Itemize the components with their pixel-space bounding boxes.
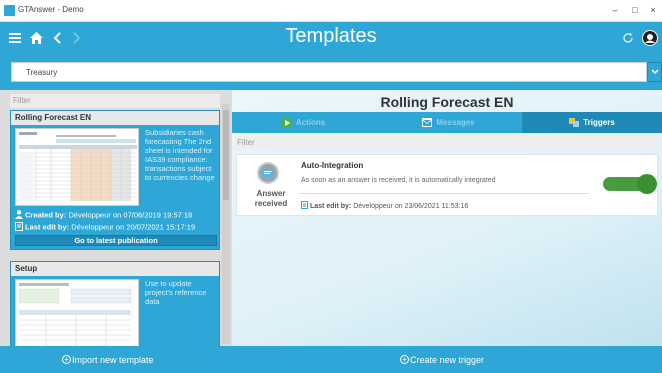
trigger-description: As soon as an answer is received, it is …: [301, 177, 496, 184]
forward-icon[interactable]: [70, 22, 84, 54]
category-select[interactable]: Treasury: [11, 62, 647, 82]
detail-tabs: Actions Messages Triggers: [232, 112, 662, 133]
category-select-value: Treasury: [26, 68, 58, 77]
message-icon: [422, 118, 433, 127]
trigger-last-edit-value: Développeur on 23/06/2021 11:53:16: [353, 202, 469, 210]
minimize-button[interactable]: –: [608, 4, 622, 16]
last-edit-info: Last edit by: Développeur on 20/07/2021 …: [15, 222, 195, 233]
created-label: Created by:: [25, 210, 67, 220]
trigger-filter-input[interactable]: Filter: [234, 136, 660, 150]
avatar[interactable]: [641, 22, 659, 54]
window-title: GTAnswer - Demo: [18, 5, 84, 14]
created-value: Développeur on 07/06/2019 19:57:18: [68, 210, 193, 220]
template-detail-panel: Rolling Forecast EN Actions Messages Tri…: [232, 90, 662, 346]
edit-icon: [15, 222, 23, 233]
refresh-icon[interactable]: [620, 22, 636, 54]
maximize-button[interactable]: □: [628, 4, 642, 16]
trigger-event: Answer received: [254, 189, 288, 208]
template-name: Setup: [11, 262, 219, 276]
divider: [299, 193, 589, 194]
tab-actions[interactable]: Actions: [232, 112, 375, 133]
trigger-card[interactable]: Answer received Auto-Integration As soon…: [236, 154, 658, 216]
category-bar: Treasury: [0, 54, 662, 90]
home-icon[interactable]: [29, 22, 43, 54]
tab-triggers-label: Triggers: [583, 118, 615, 127]
back-icon[interactable]: [50, 22, 64, 54]
template-thumbnail: [15, 279, 139, 347]
create-trigger-label: Create new trigger: [410, 354, 485, 365]
play-icon: [281, 118, 292, 127]
tab-triggers[interactable]: Triggers: [522, 112, 662, 133]
plus-circle-icon: +: [62, 355, 71, 364]
app-icon: [4, 5, 15, 16]
template-list-panel: Filter Rolling Forecast EN Subsidiaries …: [0, 90, 232, 347]
tab-messages-label: Messages: [436, 118, 475, 127]
tab-messages[interactable]: Messages: [375, 112, 522, 133]
template-name: Rolling Forecast EN: [11, 111, 219, 125]
trigger-last-edit-label: Last edit by:: [310, 202, 352, 210]
footer-bar: + Import new template + Create new trigg…: [0, 346, 662, 373]
trigger-last-edit: Last edit by: Développeur on 23/06/2021 …: [301, 201, 468, 211]
created-info: Created by: Développeur on 07/06/2019 19…: [15, 210, 192, 221]
template-thumbnail: [15, 128, 139, 206]
window-titlebar: GTAnswer - Demo – □ ×: [0, 0, 662, 22]
app-header: Templates: [0, 22, 662, 54]
template-description: Use to update project's reference data: [145, 279, 207, 306]
edit-icon: [301, 201, 308, 211]
plus-circle-icon: +: [400, 355, 409, 364]
last-edit-label: Last edit by:: [25, 222, 70, 232]
answer-received-icon: [257, 162, 279, 184]
template-filter-input[interactable]: Filter: [10, 94, 220, 108]
trigger-enabled-toggle[interactable]: [603, 174, 657, 194]
triggers-icon: [569, 118, 580, 127]
import-template-label: Import new template: [72, 354, 154, 365]
chevron-down-icon[interactable]: [647, 62, 662, 82]
user-icon: [15, 210, 23, 221]
page-title: Templates: [285, 25, 377, 47]
menu-icon[interactable]: [8, 22, 22, 54]
scrollbar-thumb[interactable]: [223, 110, 229, 200]
trigger-name: Auto-Integration: [301, 161, 364, 170]
template-card[interactable]: Setup Use to update project's reference …: [10, 261, 220, 347]
import-template-button[interactable]: + Import new template: [62, 346, 154, 373]
toggle-knob: [637, 174, 657, 194]
create-trigger-button[interactable]: + Create new trigger: [400, 346, 484, 373]
template-description: Subsidiaries cash forecasting The 2nd sh…: [145, 128, 215, 182]
detail-title: Rolling Forecast EN: [380, 94, 514, 110]
close-button[interactable]: ×: [646, 4, 660, 16]
template-card[interactable]: Rolling Forecast EN Subsidiaries cash fo…: [10, 110, 220, 250]
tab-actions-label: Actions: [295, 118, 326, 127]
last-edit-value: Développeur on 20/07/2021 15:17:19: [71, 222, 196, 232]
go-to-latest-publication-button[interactable]: Go to latest publication: [15, 235, 217, 246]
